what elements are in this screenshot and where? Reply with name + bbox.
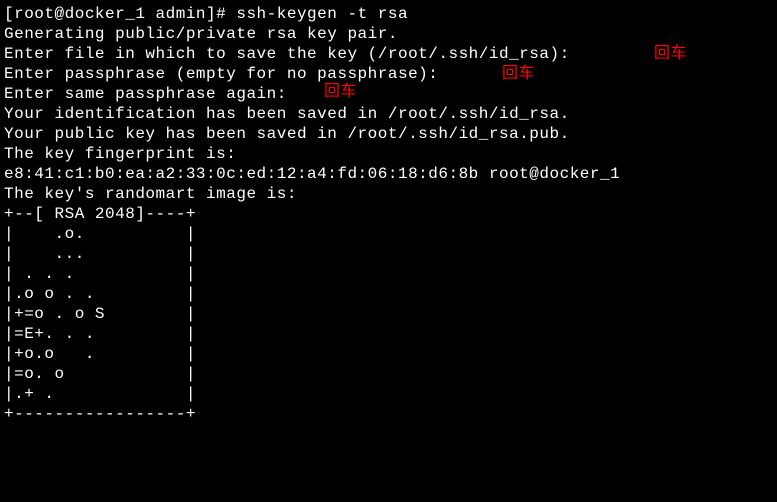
randomart-line: | .o. | [4,224,773,244]
line-text: Enter file in which to save the key (/ro… [4,45,590,63]
output-line: Your public key has been saved in /root/… [4,124,773,144]
output-line: Enter file in which to save the key (/ro… [4,44,773,64]
command-text: ssh-keygen -t rsa [236,5,408,23]
enter-annotation: 回车 [654,44,687,64]
randomart-line: +-----------------+ [4,404,773,424]
output-line: The key's randomart image is: [4,184,773,204]
enter-annotation: 回车 [324,82,357,102]
output-line: e8:41:c1:b0:ea:a2:33:0c:ed:12:a4:fd:06:1… [4,164,773,184]
randomart-line: | ... | [4,244,773,264]
randomart-line: |=E+. . . | [4,324,773,344]
output-line: Generating public/private rsa key pair. [4,24,773,44]
randomart-line: |.+ . | [4,384,773,404]
output-line: Enter same passphrase again: 回车 [4,84,773,104]
prompt: [root@docker_1 admin]# [4,5,236,23]
enter-annotation: 回车 [502,64,535,84]
randomart-line: |.o o . . | [4,284,773,304]
randomart-line: | . . . | [4,264,773,284]
line-text: Enter passphrase (empty for no passphras… [4,65,459,83]
line-text: Enter same passphrase again: [4,85,307,103]
randomart-line: |+=o . o S | [4,304,773,324]
output-line: The key fingerprint is: [4,144,773,164]
command-line[interactable]: [root@docker_1 admin]# ssh-keygen -t rsa [4,4,773,24]
output-line: Enter passphrase (empty for no passphras… [4,64,773,84]
randomart-line: |=o. o | [4,364,773,384]
randomart-line: |+o.o . | [4,344,773,364]
randomart-line: +--[ RSA 2048]----+ [4,204,773,224]
output-line: Your identification has been saved in /r… [4,104,773,124]
